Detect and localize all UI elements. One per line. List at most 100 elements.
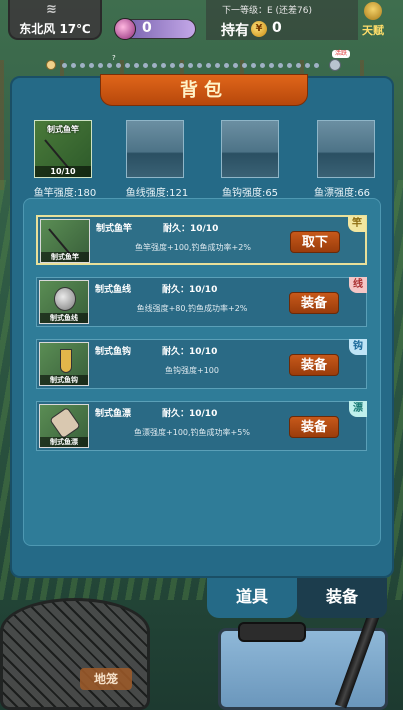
progress-dot — [188, 63, 193, 68]
float-slot[interactable] — [317, 120, 375, 178]
progress-dot — [278, 63, 283, 68]
progress-dot — [314, 63, 319, 68]
progress-dot — [269, 63, 274, 68]
progress-dot — [89, 63, 94, 68]
item-name: 制式鱼线 — [95, 285, 132, 295]
progress-marker: ? — [112, 54, 116, 62]
progress-dot — [170, 63, 175, 68]
fishing-net-image — [0, 598, 150, 710]
item-name: 制式鱼竿 — [96, 224, 133, 234]
progress-dot — [71, 63, 76, 68]
progress-track: ? 活跃 — [44, 50, 354, 76]
item-durability: 耐久：10/10 — [162, 285, 218, 295]
item-thumbnail: 制式鱼钩 — [39, 342, 89, 386]
ground-cage-label[interactable]: 地笼 — [80, 668, 132, 690]
talent-icon — [364, 2, 382, 20]
slot-name: 制式鱼竿 — [47, 125, 79, 134]
backpack-panel: 背包 制式鱼竿 10/10 鱼竿强度:180 鱼线强度:121 鱼钩强度:65 … — [10, 74, 394, 578]
weather-text: 东北风 17℃ — [19, 22, 91, 36]
item-thumbnail: 制式鱼竿 — [40, 219, 90, 263]
slot-durability: 10/10 — [35, 166, 91, 177]
progress-end-label: 活跃 — [332, 50, 351, 58]
next-level-text: 下一等级：E (还差76) — [222, 6, 313, 16]
progress-start-icon — [46, 60, 56, 70]
progress-dot — [179, 63, 184, 68]
unequip-button[interactable]: 取下 — [290, 231, 340, 253]
item-type-tag: 漂 — [349, 401, 367, 417]
progress-dot — [116, 63, 121, 68]
progress-dot — [98, 63, 103, 68]
item-durability: 耐久：10/10 — [162, 347, 218, 357]
talent-label: 天赋 — [362, 24, 384, 37]
item-type-tag: 线 — [349, 277, 367, 293]
progress-dot — [125, 63, 130, 68]
progress-dot — [143, 63, 148, 68]
wind-icon: ≋ — [46, 2, 57, 17]
hook-icon — [60, 349, 72, 373]
progress-dot — [152, 63, 157, 68]
thumb-name: 制式鱼线 — [40, 313, 88, 323]
progress-dot — [62, 63, 67, 68]
tab-tools[interactable]: 道具 — [207, 578, 297, 618]
xp-value: 0 — [142, 20, 152, 36]
progress-dot — [305, 63, 310, 68]
item-description: 鱼漂强度+100,钓鱼成功率+5% — [134, 428, 250, 437]
item-name: 制式鱼漂 — [95, 409, 132, 419]
progress-dot — [296, 63, 301, 68]
item-type-tag: 钩 — [349, 339, 367, 355]
line-strength: 鱼线强度:121 — [125, 188, 189, 199]
tab-equipment[interactable]: 装备 — [297, 578, 387, 618]
progress-dot — [251, 63, 256, 68]
list-item[interactable]: 制式鱼竿 制式鱼竿 耐久：10/10 鱼竿强度+100,钓鱼成功率+2% 取下 … — [36, 215, 367, 265]
progress-end-icon — [329, 59, 341, 71]
hook-slot[interactable] — [221, 120, 279, 178]
list-item[interactable]: 制式鱼漂 制式鱼漂 耐久：10/10 鱼漂强度+100,钓鱼成功率+5% 装备 … — [36, 401, 367, 451]
progress-dot — [107, 63, 112, 68]
thumb-name: 制式鱼钩 — [40, 375, 88, 385]
item-type-tag: 竿 — [348, 216, 366, 232]
equip-button[interactable]: 装备 — [289, 292, 339, 314]
thumb-name: 制式鱼竿 — [41, 252, 89, 262]
equip-button[interactable]: 装备 — [289, 354, 339, 376]
rod-slot[interactable]: 制式鱼竿 10/10 — [34, 120, 92, 178]
line-slot[interactable] — [126, 120, 184, 178]
equip-button[interactable]: 装备 — [289, 416, 339, 438]
tackle-box-lid — [238, 622, 306, 642]
item-thumbnail: 制式鱼漂 — [39, 404, 89, 448]
float-icon — [49, 406, 81, 440]
xp-orb-icon — [114, 18, 136, 40]
item-durability: 耐久：10/10 — [162, 409, 218, 419]
progress-dot — [233, 63, 238, 68]
item-name: 制式鱼钩 — [95, 347, 132, 357]
talent-button[interactable]: 天赋 — [358, 0, 388, 40]
rod-strength: 鱼竿强度:180 — [33, 188, 97, 199]
progress-dot — [80, 63, 85, 68]
progress-dot — [242, 63, 247, 68]
progress-dot — [197, 63, 202, 68]
progress-dot — [287, 63, 292, 68]
item-description: 鱼线强度+80,钓鱼成功率+2% — [136, 304, 248, 313]
progress-dot — [224, 63, 229, 68]
holdings-label: 持有 — [221, 23, 249, 39]
item-thumbnail: 制式鱼线 — [39, 280, 89, 324]
top-hud: ≋ 东北风 17℃ 0 下一等级：E (还差76) 持有 ¥ 0 天赋 — [0, 0, 403, 48]
thumb-name: 制式鱼漂 — [40, 437, 88, 447]
item-list: 制式鱼竿 制式鱼竿 耐久：10/10 鱼竿强度+100,钓鱼成功率+2% 取下 … — [23, 198, 381, 546]
list-item[interactable]: 制式鱼钩 制式鱼钩 耐久：10/10 鱼钩强度+100 装备 钩 — [36, 339, 367, 389]
list-item[interactable]: 制式鱼线 制式鱼线 耐久：10/10 鱼线强度+80,钓鱼成功率+2% 装备 线 — [36, 277, 367, 327]
backpack-title: 背包 — [100, 74, 308, 106]
line-spool-icon — [54, 287, 76, 311]
progress-dot — [260, 63, 265, 68]
holdings-value: 0 — [272, 20, 282, 36]
item-description: 鱼竿强度+100,钓鱼成功率+2% — [135, 243, 251, 252]
weather-panel[interactable]: ≋ 东北风 17℃ — [8, 0, 102, 40]
progress-dot — [161, 63, 166, 68]
item-durability: 耐久：10/10 — [163, 224, 219, 234]
coin-icon: ¥ — [251, 21, 267, 37]
progress-dot — [134, 63, 139, 68]
item-description: 鱼钩强度+100 — [165, 366, 219, 375]
float-strength: 鱼漂强度:66 — [313, 188, 371, 199]
progress-dot — [206, 63, 211, 68]
hook-strength: 鱼钩强度:65 — [221, 188, 279, 199]
progress-dot — [215, 63, 220, 68]
